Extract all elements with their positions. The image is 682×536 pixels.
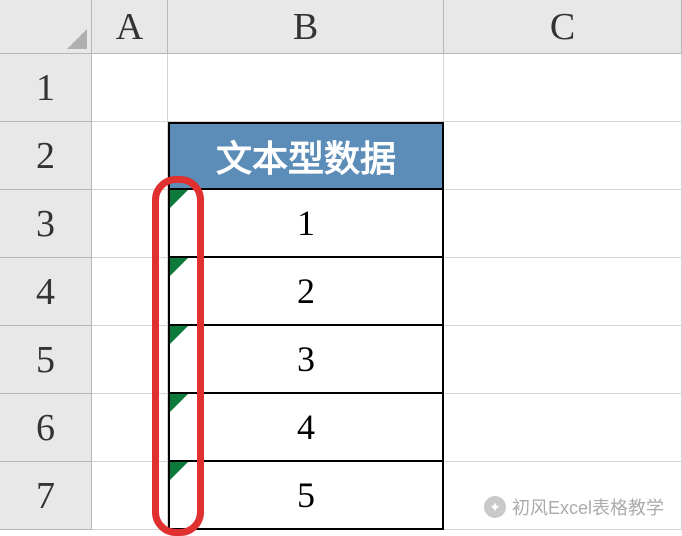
cell-b5[interactable]: 3 [168,326,444,394]
cell-grid: 文本型数据 1 2 3 [92,54,682,530]
cell-a7[interactable] [92,462,168,530]
cell-a4[interactable] [92,258,168,326]
cell-c6[interactable] [444,394,682,462]
row-head-5[interactable]: 5 [0,326,92,394]
watermark-text: 初风Excel表格教学 [512,494,664,520]
cell-b4[interactable]: 2 [168,258,444,326]
text-format-indicator-icon [170,462,188,480]
text-format-indicator-icon [170,190,188,208]
select-all-corner[interactable] [0,0,92,54]
cell-c1[interactable] [444,54,682,122]
cell-c2[interactable] [444,122,682,190]
cell-a6[interactable] [92,394,168,462]
col-label: C [550,5,575,49]
cell-value: 3 [297,338,315,380]
row-label: 6 [36,406,55,450]
cell-value: 1 [297,202,315,244]
row-head-4[interactable]: 4 [0,258,92,326]
column-headers: A B C [92,0,682,54]
row-head-3[interactable]: 3 [0,190,92,258]
row-label: 5 [36,338,55,382]
table-header-text: 文本型数据 [216,130,396,182]
text-format-indicator-icon [170,326,188,344]
cell-value: 5 [297,474,315,516]
watermark: ✦ 初风Excel表格教学 [484,494,664,520]
cell-c4[interactable] [444,258,682,326]
cell-value: 2 [297,270,315,312]
col-head-c[interactable]: C [444,0,682,54]
row-label: 2 [36,134,55,178]
cell-a3[interactable] [92,190,168,258]
row-headers: 1 2 3 4 5 6 7 [0,54,92,530]
select-all-icon [67,29,87,49]
row-label: 3 [36,202,55,246]
text-format-indicator-icon [170,258,188,276]
col-label: A [116,5,143,49]
row-label: 4 [36,270,55,314]
row-head-7[interactable]: 7 [0,462,92,530]
col-label: B [293,5,318,49]
cell-a1[interactable] [92,54,168,122]
cell-a5[interactable] [92,326,168,394]
wechat-icon: ✦ [484,496,506,518]
cell-c3[interactable] [444,190,682,258]
cell-b3[interactable]: 1 [168,190,444,258]
spreadsheet: A B C 1 2 3 4 5 6 7 文本型数据 1 [0,0,682,532]
row-label: 1 [36,66,55,110]
row-label: 7 [36,474,55,518]
cell-b7[interactable]: 5 [168,462,444,530]
col-head-b[interactable]: B [168,0,444,54]
cell-value: 4 [297,406,315,448]
row-head-2[interactable]: 2 [0,122,92,190]
row-head-6[interactable]: 6 [0,394,92,462]
cell-b6[interactable]: 4 [168,394,444,462]
cell-b1[interactable] [168,54,444,122]
text-format-indicator-icon [170,394,188,412]
cell-b2-header[interactable]: 文本型数据 [168,122,444,190]
cell-c5[interactable] [444,326,682,394]
cell-a2[interactable] [92,122,168,190]
row-head-1[interactable]: 1 [0,54,92,122]
col-head-a[interactable]: A [92,0,168,54]
